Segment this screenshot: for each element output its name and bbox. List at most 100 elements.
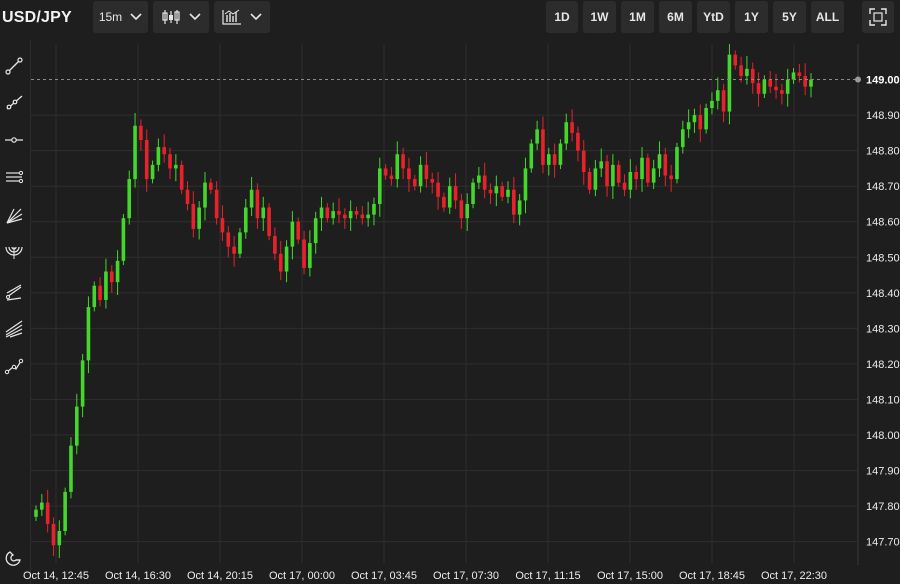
candle-body	[791, 72, 796, 80]
candle	[471, 178, 475, 209]
candle	[616, 160, 621, 187]
y-tick-label: 148.10	[866, 394, 900, 406]
candle-body	[209, 182, 213, 190]
candle	[144, 129, 149, 192]
candle-body	[226, 232, 231, 247]
candle-body	[622, 182, 627, 190]
candle-body	[453, 186, 458, 201]
candle	[453, 173, 458, 209]
candle-body	[144, 139, 149, 180]
chart-grid	[31, 44, 859, 565]
candle	[809, 73, 813, 98]
candle	[127, 170, 132, 225]
candle-body	[372, 203, 376, 215]
candle	[325, 203, 330, 223]
candle	[278, 240, 283, 281]
candle-body	[261, 207, 266, 219]
candle-body	[541, 129, 545, 165]
candle-body	[220, 218, 225, 233]
candle	[558, 139, 563, 170]
candle	[774, 73, 778, 99]
candle	[162, 134, 167, 163]
candle-body	[313, 218, 318, 244]
candle	[232, 235, 236, 267]
candle-body	[506, 189, 510, 197]
candle	[669, 164, 673, 192]
candle-body	[581, 150, 586, 172]
y-tick-label: 148.50	[866, 252, 900, 264]
candle	[680, 120, 685, 154]
candle-body	[150, 164, 155, 180]
candle-body	[203, 182, 207, 208]
candle	[710, 92, 714, 115]
candle-body	[45, 502, 50, 524]
candle	[290, 211, 295, 260]
candle-body	[296, 221, 301, 240]
price-chart[interactable]: 149.00 147.70 147.80 147.90 148.00 148.10 148…	[0, 0, 900, 584]
candle-body	[727, 54, 732, 112]
x-tick-label: Oct 17, 15:00	[597, 570, 663, 582]
candle	[174, 154, 178, 182]
candle-body	[343, 214, 347, 219]
candle-body	[512, 189, 516, 215]
candle	[529, 139, 534, 173]
last-price-label: 149.00	[866, 75, 900, 87]
candle-body	[127, 179, 132, 219]
candle-body	[663, 154, 668, 176]
candle	[261, 196, 266, 231]
candle-body	[80, 360, 85, 407]
candle-body	[651, 168, 656, 183]
candle-body	[803, 75, 807, 87]
candle-body	[232, 246, 236, 254]
candle	[564, 113, 569, 150]
candle-body	[570, 122, 574, 133]
candle-body	[482, 175, 487, 190]
candle-body	[523, 168, 528, 201]
candle-body	[354, 211, 359, 215]
candle	[762, 75, 767, 99]
candle-body	[710, 100, 714, 108]
candle-body	[430, 179, 435, 183]
candle-body	[34, 509, 38, 517]
candle-body	[535, 129, 539, 144]
candle	[203, 171, 207, 221]
candle	[541, 116, 545, 174]
candle	[739, 56, 743, 83]
candle-body	[407, 168, 411, 180]
candle-body	[302, 239, 306, 268]
candle-body	[558, 143, 563, 165]
candle-body	[51, 523, 56, 546]
candle-body	[284, 246, 289, 272]
candle	[780, 83, 784, 105]
candle	[576, 126, 580, 162]
y-tick-label: 148.70	[866, 181, 900, 193]
candle-body	[133, 125, 137, 180]
candle	[156, 138, 161, 172]
candle	[243, 198, 248, 239]
candle-body	[337, 211, 341, 215]
candle	[74, 393, 79, 455]
candle-body	[290, 221, 295, 247]
candle	[581, 139, 586, 185]
candle	[395, 141, 400, 188]
candle	[646, 153, 650, 187]
x-tick-label: Oct 14, 16:30	[105, 570, 171, 582]
candle	[121, 213, 126, 266]
candle	[715, 77, 720, 110]
candle	[605, 154, 609, 197]
y-tick-label: 147.90	[866, 466, 900, 478]
candle	[150, 160, 155, 184]
candle	[424, 152, 429, 188]
candle	[721, 83, 726, 123]
candle	[249, 176, 254, 217]
candle	[57, 520, 62, 559]
candle	[657, 141, 662, 177]
candle	[191, 191, 196, 238]
candle-body	[412, 179, 417, 187]
candle-body	[442, 196, 446, 208]
candle	[587, 167, 592, 195]
candle-body	[739, 65, 743, 76]
candle-body	[255, 189, 260, 219]
candle	[756, 72, 761, 107]
candle-body	[401, 154, 405, 169]
